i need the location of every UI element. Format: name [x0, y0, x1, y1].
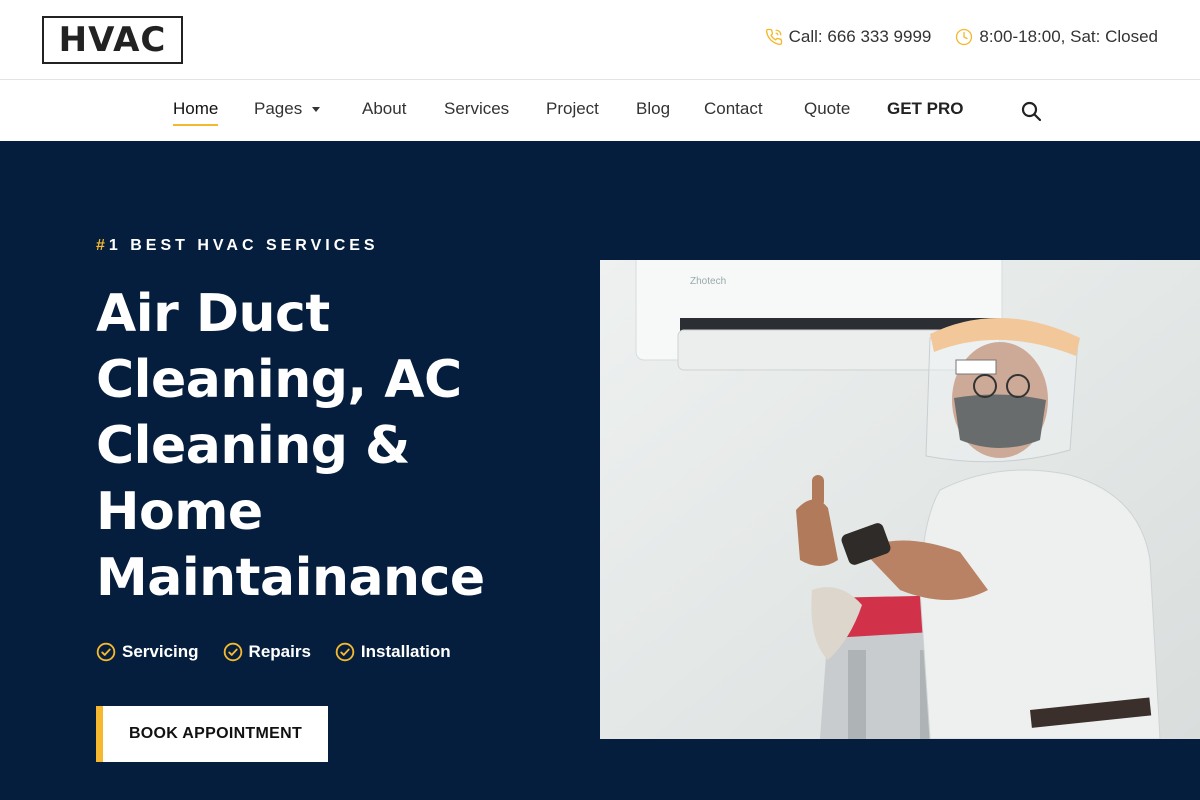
search-icon[interactable] [1019, 99, 1043, 123]
hours-text: 8:00-18:00, Sat: Closed [979, 27, 1158, 46]
feature-item: Servicing [96, 642, 199, 662]
top-bar: HVAC Call: 666 333 9999 8:00-18:00, Sat:… [0, 0, 1200, 80]
clock-icon [956, 28, 973, 46]
check-circle-icon [223, 642, 242, 662]
hero-headline: Air Duct Cleaning, AC Cleaning & Home Ma… [96, 281, 566, 611]
phone-icon [765, 28, 782, 46]
hero-eyebrow: #1 BEST HVAC SERVICES [96, 237, 379, 255]
hours-contact: 8:00-18:00, Sat: Closed [955, 27, 1158, 47]
headline-line: Air Duct [96, 284, 330, 344]
check-circle-icon [335, 642, 355, 662]
nav-item-services[interactable]: Services [444, 99, 509, 119]
phone-contact[interactable]: Call: 666 333 9999 [765, 27, 932, 47]
nav-item-pages[interactable]: Pages [254, 99, 321, 119]
nav-item-blog[interactable]: Blog [636, 99, 670, 119]
book-appointment-button[interactable]: BOOK APPOINTMENT [96, 706, 328, 762]
eyebrow-hash: # [96, 237, 109, 254]
nav-item-about[interactable]: About [362, 99, 406, 119]
hero-section: #1 BEST HVAC SERVICES Air Duct Cleaning,… [0, 141, 1200, 800]
nav-item-quote[interactable]: Quote [804, 99, 850, 119]
svg-text:Zhotech: Zhotech [690, 276, 726, 287]
feature-item: Repairs [223, 642, 311, 662]
technician-illustration: Zhotech [600, 260, 1200, 739]
nav-item-contact[interactable]: Contact [704, 99, 763, 119]
logo[interactable]: HVAC [42, 16, 183, 64]
feature-label: Repairs [248, 642, 311, 661]
check-circle-icon [96, 642, 116, 662]
contact-info: Call: 666 333 9999 8:00-18:00, Sat: Clos… [765, 27, 1158, 47]
feature-list: Servicing Repairs Installation [96, 642, 451, 662]
nav-item-get-pro[interactable]: GET PRO [887, 99, 964, 119]
headline-line: Home [96, 482, 263, 542]
feature-label: Servicing [122, 642, 199, 661]
headline-line: Cleaning & [96, 416, 410, 476]
eyebrow-text: 1 BEST HVAC SERVICES [108, 237, 379, 254]
phone-text: Call: 666 333 9999 [788, 27, 932, 46]
headline-line: Cleaning, AC [96, 350, 462, 410]
nav-item-project[interactable]: Project [546, 99, 599, 119]
chevron-down-icon [312, 107, 321, 113]
nav-item-home[interactable]: Home [173, 99, 219, 126]
nav-item-pages-label: Pages [254, 99, 303, 118]
headline-line: Maintainance [96, 548, 485, 608]
feature-item: Installation [335, 642, 451, 662]
feature-label: Installation [360, 642, 451, 661]
hero-image: Zhotech [600, 260, 1200, 739]
